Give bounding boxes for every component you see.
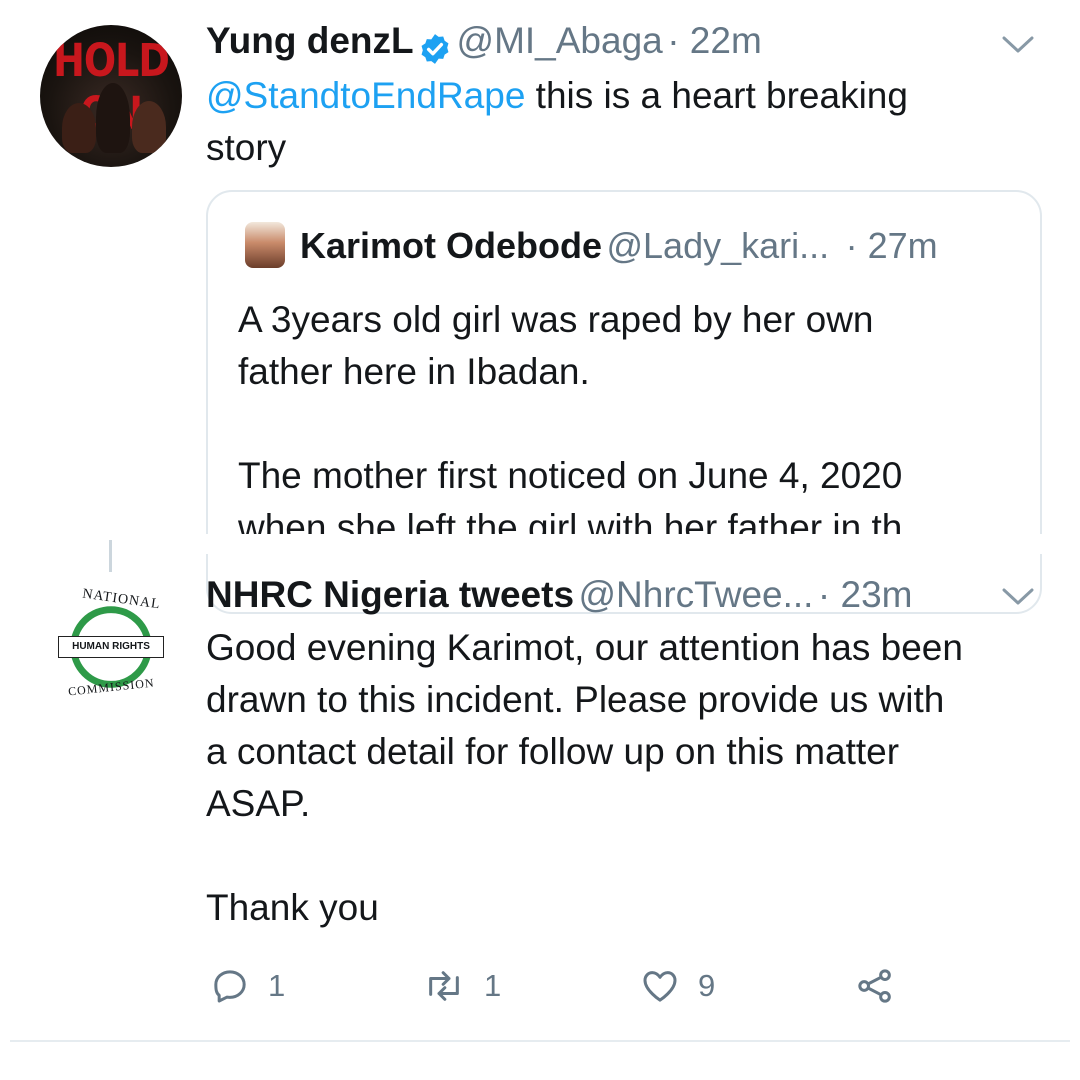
tweet1-timestamp[interactable]: · 22m [667, 20, 762, 61]
tweet2-line: Good evening Karimot, our attention has … [206, 627, 963, 668]
chevron-down-icon[interactable] [1000, 32, 1036, 56]
tweet1-handle[interactable]: @MI_Abaga [457, 20, 663, 61]
like-button[interactable]: 9 [640, 966, 715, 1006]
tweet1-display-name[interactable]: Yung denzL [206, 20, 414, 61]
tweet-actions: 1 1 9 [210, 966, 910, 1016]
nhrc-logo-text: NATIONAL HUMAN RIGHTS COMMISSION [52, 586, 170, 706]
tweet2-line: drawn to this incident. Please provide u… [206, 679, 945, 720]
tweet2-handle[interactable]: @NhrcTwee... [578, 574, 813, 615]
thread-line [109, 540, 112, 572]
chevron-down-icon[interactable] [1000, 584, 1036, 608]
avatar-figure-center [96, 83, 130, 153]
avatar-yung-denzl[interactable]: HOLD ON [40, 25, 182, 167]
share-icon [858, 969, 891, 1003]
quote-display-name[interactable]: Karimot Odebode [300, 225, 602, 266]
heart-icon [643, 971, 677, 1002]
quote-line: A 3years old girl was raped by her own [238, 299, 874, 340]
avatar-figure-right [132, 101, 166, 153]
tweet2-display-name[interactable]: NHRC Nigeria tweets [206, 574, 574, 615]
tweet1-text-line2: story [206, 127, 287, 168]
quote-line: The mother first noticed on June 4, 2020 [238, 455, 903, 496]
logo-top-text: NATIONAL [81, 586, 162, 613]
retweet-button[interactable]: 1 [422, 966, 501, 1006]
tweet2-line: ASAP. [206, 783, 311, 824]
verified-badge-icon [421, 33, 449, 64]
tweet2-line: a contact detail for follow up on this m… [206, 731, 900, 772]
quote-handle[interactable]: @Lady_kari... [606, 225, 829, 266]
tweet1-text-part: this is a heart breaking [525, 75, 908, 116]
quote-header: Karimot Odebode @Lady_kari... · 27m [300, 225, 938, 267]
mention-link[interactable]: @StandtoEndRape [206, 75, 525, 116]
logo-bottom-text: COMMISSION [67, 675, 156, 699]
logo-center-text: HUMAN RIGHTS [58, 636, 164, 658]
tweet1-text: @StandtoEndRape this is a heart breaking… [206, 70, 1026, 174]
quote-text: A 3years old girl was raped by her own f… [238, 294, 1028, 554]
quote-avatar[interactable] [245, 222, 285, 268]
retweet-icon [429, 971, 459, 1001]
tweet2-line: Thank you [206, 887, 379, 928]
tweet1-header: Yung denzL @MI_Abaga · 22m [206, 20, 762, 66]
quote-line: father here in Ibadan. [238, 351, 590, 392]
reply-button[interactable]: 1 [210, 966, 285, 1006]
share-button[interactable] [855, 966, 895, 1006]
tweet2-header: NHRC Nigeria tweets @NhrcTwee... · 23m [206, 574, 912, 616]
tweet2-text: Good evening Karimot, our attention has … [206, 622, 1066, 934]
divider [10, 1040, 1070, 1042]
retweet-count: 1 [484, 968, 502, 1003]
like-count: 9 [698, 968, 716, 1003]
quote-cutoff [0, 534, 1080, 554]
reply-icon [214, 970, 246, 1003]
avatar-figure-left [62, 103, 96, 153]
reply-count: 1 [268, 968, 286, 1003]
quote-timestamp[interactable]: · 27m [846, 225, 938, 266]
tweet2-timestamp[interactable]: · 23m [818, 574, 913, 615]
